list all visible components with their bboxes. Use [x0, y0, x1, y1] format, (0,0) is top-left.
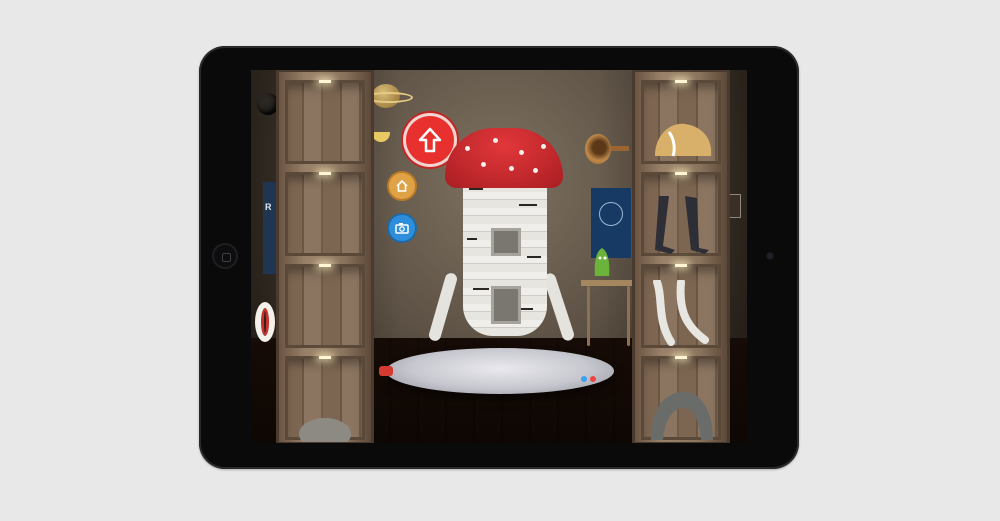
side-table: [581, 280, 636, 350]
creature-leg-right: [542, 271, 576, 343]
shelf-slot[interactable]: [285, 80, 365, 164]
arrow-up-icon: [418, 127, 442, 153]
device-home-button[interactable]: [212, 243, 238, 269]
mushroom-cap: [445, 128, 563, 188]
camera-button[interactable]: [389, 215, 415, 241]
birch-legs-part[interactable]: [647, 280, 717, 346]
shelf-slot[interactable]: [285, 356, 365, 442]
front-camera: [767, 253, 773, 259]
stone-legs-part[interactable]: [647, 386, 717, 442]
lifebuoy-decoration: [255, 302, 275, 342]
poster-left: R: [263, 182, 279, 274]
platform-plug: [379, 366, 393, 376]
stone-part[interactable]: [297, 406, 353, 442]
home-button[interactable]: [389, 173, 415, 199]
dark-sphere-decoration: [257, 93, 279, 115]
mushroom-creature[interactable]: [427, 122, 576, 362]
app-screen: R: [251, 70, 747, 443]
camera-icon: [395, 223, 409, 234]
dark-legs-part[interactable]: [649, 192, 713, 254]
shelf-slot[interactable]: [641, 172, 721, 256]
platform-lights: [581, 376, 596, 382]
creature-window-top: [491, 228, 521, 256]
green-figure: [594, 248, 610, 276]
creature-door: [491, 286, 521, 324]
shelf-slot[interactable]: [641, 264, 721, 348]
shelf-slot[interactable]: [641, 356, 721, 440]
right-shelf: [635, 72, 727, 442]
shelf-slot[interactable]: [285, 264, 365, 348]
bread-hat-part[interactable]: [651, 116, 715, 160]
birch-body: [463, 168, 547, 336]
shelf-slot[interactable]: [641, 80, 721, 164]
left-shelf: [279, 72, 371, 442]
shelf-slot[interactable]: [285, 172, 365, 256]
home-icon: [396, 179, 408, 192]
gramophone-horn: [585, 134, 629, 164]
wall-frame: [729, 194, 741, 218]
